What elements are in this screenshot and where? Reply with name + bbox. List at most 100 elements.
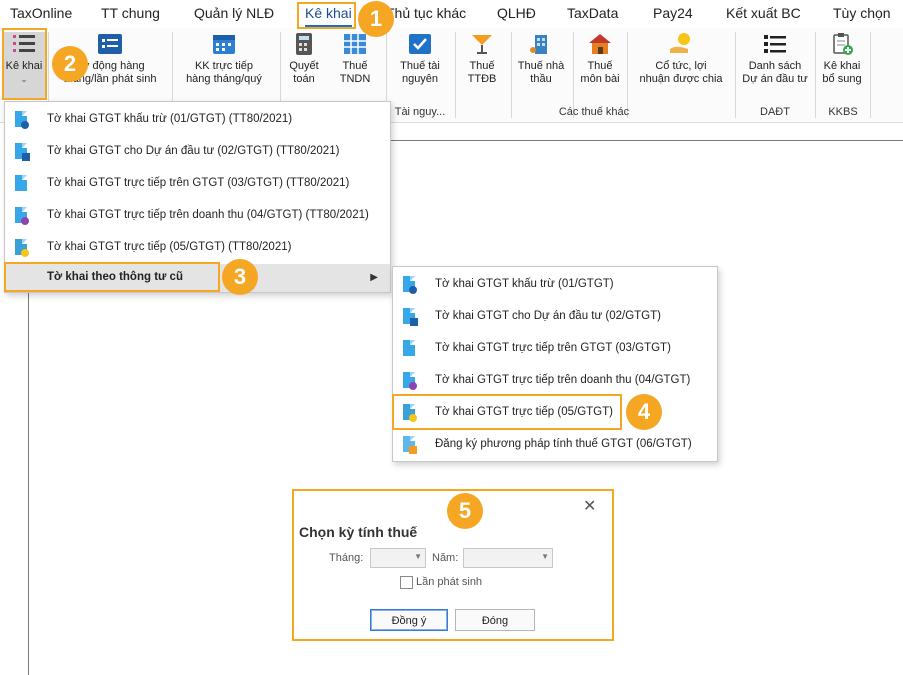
thue-mon-bai-button[interactable]: Thuế môn bài [578,32,622,86]
thue-tai-nguyen-label-1: Thuế tài [400,60,440,72]
submenu-item-label: Đăng ký phương pháp tính thuế GTGT (06/G… [435,438,692,450]
thue-tndn-button[interactable]: Thuế TNDN [333,32,377,86]
step-3-badge: 3 [222,259,258,295]
submenu-item-label: Tờ khai GTGT khấu trừ (01/GTGT) [435,278,614,290]
thue-tndn-label-2: TNDN [339,73,371,85]
thue-tndn-label-1: Thuế [342,60,368,72]
ribbon-separator [735,32,736,118]
tab-tuy-chon[interactable]: Tùy chọn [833,5,891,21]
thue-nha-thau-button[interactable]: Thuế nhà thầu [514,32,568,86]
tab-qlhd[interactable]: QLHĐ [497,5,536,21]
group-label-cac-thue-khac: Các thuế khác [558,106,630,118]
submenu-item-label: Tờ khai GTGT trực tiếp trên doanh thu (0… [435,374,691,386]
tab-quan-ly-nld[interactable]: Quản lý NLĐ [194,5,274,21]
ribbon-separator [455,32,456,118]
tab-taxonline[interactable]: TaxOnline [10,5,72,21]
danh-sach-label-2: Dự án đầu tư [742,73,808,85]
calculator-icon [291,32,317,56]
checklist-icon [97,32,123,56]
submenu-item-03-gtgt[interactable]: Tờ khai GTGT trực tiếp trên GTGT (03/GTG… [393,333,717,365]
submenu-arrow-icon: ▶ [370,272,378,283]
thue-tai-nguyen-button[interactable]: Thuế tài nguyên [392,32,448,86]
kk-truc-tiep-button[interactable]: KK trực tiếp hàng tháng/quý [176,32,272,86]
doc-pencil-icon [403,436,417,454]
thue-mon-bai-label-2: môn bài [580,73,620,85]
menu-item-label: Tờ khai GTGT trực tiếp trên GTGT (03/GTG… [47,177,350,189]
danh-sach-label-1: Danh sách [748,60,802,72]
menu-item-04-gtgt-tt80[interactable]: Tờ khai GTGT trực tiếp trên doanh thu (0… [5,200,390,232]
danh-sach-button[interactable]: Danh sách Dự án đầu tư [738,32,812,86]
doc-chart-icon [403,308,418,326]
thue-ttdb-button[interactable]: Thuế TTĐB [460,32,504,86]
group-label-kkbs: KKBS [828,106,858,118]
doc-dollar-icon [403,340,417,358]
highlight-thong-tu-cu [4,262,220,292]
bullet-list-icon [762,32,788,56]
thong-tu-cu-submenu: Tờ khai GTGT khấu trừ (01/GTGT) Tờ khai … [392,266,718,462]
doc-coin-icon [15,239,29,257]
ke-khai-bo-sung-label-1: Kê khai [823,60,861,72]
grid-icon [342,32,368,56]
highlight-tab-ke-khai [297,2,356,29]
doc-pie-icon [15,207,29,225]
co-tuc-button[interactable]: Cổ tức, lợi nhuận được chia [630,32,732,86]
checkbox-icon [407,32,433,56]
menu-item-05-gtgt-tt80[interactable]: Tờ khai GTGT trực tiếp (05/GTGT) (TT80/2… [5,232,390,264]
tab-tt-chung[interactable]: TT chung [101,5,160,21]
menu-item-label: Tờ khai GTGT cho Dự án đầu tư (02/GTGT) … [47,145,340,157]
quyet-toan-label-2: toán [293,73,315,85]
doc-dollar-icon [15,175,29,193]
menu-item-01-gtgt-tt80[interactable]: Tờ khai GTGT khấu trừ (01/GTGT) (TT80/20… [5,104,390,136]
tab-thu-tuc-khac[interactable]: Thủ tục khác [386,5,466,21]
coin-hand-icon [668,32,694,56]
submenu-item-label: Tờ khai GTGT cho Dự án đầu tư (02/GTGT) [435,310,661,322]
doc-filter-icon [15,111,29,129]
thue-ttdb-label-2: TTĐB [467,73,497,85]
menu-item-03-gtgt-tt80[interactable]: Tờ khai GTGT trực tiếp trên GTGT (03/GTG… [5,168,390,200]
menu-item-label: Tờ khai GTGT trực tiếp (05/GTGT) (TT80/2… [47,241,292,253]
doc-pie-icon [403,372,417,390]
ke-khai-bo-sung-button[interactable]: Kê khai bổ sung [819,32,865,86]
ribbon-separator [870,32,871,118]
quyet-toan-label-1: Quyết [289,60,319,72]
clipboard-plus-icon [829,32,855,56]
highlight-ke-khai-button [2,28,47,100]
thue-tai-nguyen-label-2: nguyên [401,73,439,85]
building-icon [528,32,554,56]
thue-nha-thau-label-2: thầu [530,73,552,85]
step-2-badge: 2 [52,46,88,82]
thue-ttdb-label-1: Thuế [469,60,495,72]
calendar-icon [211,32,237,56]
highlight-05-gtgt [392,394,622,430]
co-tuc-label-1: Cổ tức, lợi [655,60,707,72]
group-label-dadt: DAĐT [760,106,790,118]
co-tuc-label-2: nhuận được chia [639,73,723,85]
submenu-item-06-gtgt[interactable]: Đăng ký phương pháp tính thuế GTGT (06/G… [393,429,717,461]
ribbon-separator [511,32,512,118]
step-4-badge: 4 [626,394,662,430]
submenu-item-label: Tờ khai GTGT trực tiếp trên GTGT (03/GTG… [435,342,671,354]
submenu-item-02-gtgt[interactable]: Tờ khai GTGT cho Dự án đầu tư (02/GTGT) [393,301,717,333]
group-label-tai-nguyen: Tài nguy... [394,106,446,118]
top-tab-bar: TaxOnline TT chung Quản lý NLĐ Kê khai T… [0,0,903,28]
menu-item-label: Tờ khai GTGT trực tiếp trên doanh thu (0… [47,209,369,221]
kk-truc-tiep-label-2: hàng tháng/quý [186,73,262,85]
tab-ket-xuat-bc[interactable]: Kết xuất BC [726,5,801,21]
menu-item-02-gtgt-tt80[interactable]: Tờ khai GTGT cho Dự án đầu tư (02/GTGT) … [5,136,390,168]
submenu-item-04-gtgt[interactable]: Tờ khai GTGT trực tiếp trên doanh thu (0… [393,365,717,397]
thue-mon-bai-label-1: Thuế [587,60,613,72]
house-icon [587,32,613,56]
doc-filter-icon [403,276,417,294]
menu-item-label: Tờ khai GTGT khấu trừ (01/GTGT) (TT80/20… [47,113,293,125]
doc-chart-icon [15,143,30,161]
step-1-badge: 1 [358,1,394,37]
step-5-badge: 5 [447,493,483,529]
kk-truc-tiep-label-1: KK trực tiếp [194,60,254,72]
thue-nha-thau-label-1: Thuế nhà [517,60,565,72]
quyet-toan-button[interactable]: Quyết toán [284,32,324,86]
ribbon-separator [815,32,816,118]
submenu-item-01-gtgt[interactable]: Tờ khai GTGT khấu trừ (01/GTGT) [393,269,717,301]
tab-pay24[interactable]: Pay24 [653,5,693,21]
ke-khai-bo-sung-label-2: bổ sung [822,73,862,85]
tab-taxdata[interactable]: TaxData [567,5,618,21]
